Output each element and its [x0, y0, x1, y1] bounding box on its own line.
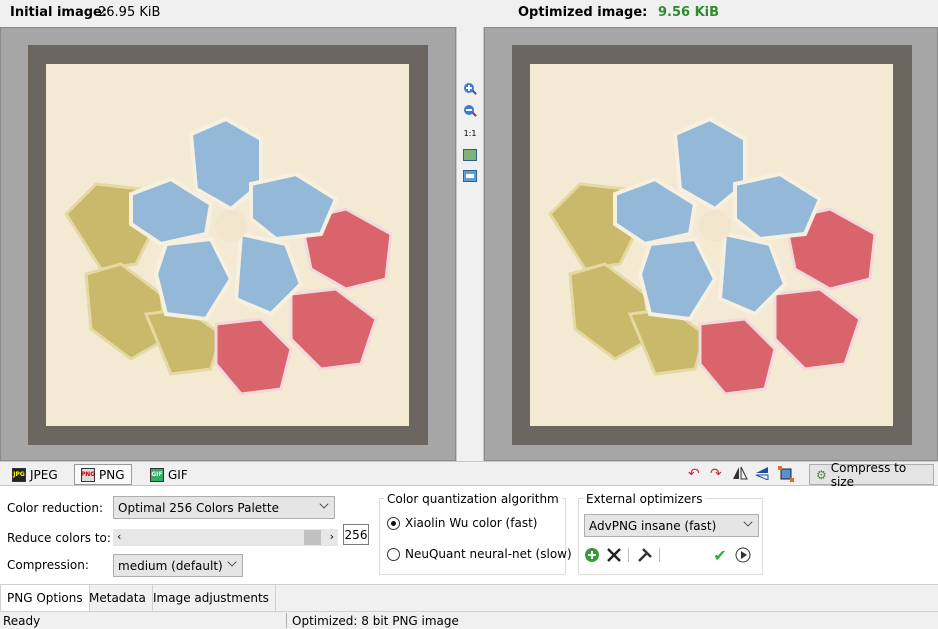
- info-bar: Initial image: 26.95 KiB Optimized image…: [0, 0, 938, 27]
- crop-icon[interactable]: [778, 466, 794, 482]
- compare-icon[interactable]: [461, 168, 479, 184]
- zoom-in-icon[interactable]: [461, 81, 479, 97]
- reduce-colors-slider[interactable]: ‹ ›: [113, 529, 338, 546]
- quantization-group: [379, 498, 566, 575]
- remove-icon[interactable]: [605, 546, 623, 564]
- tab-gif[interactable]: GIF GIF: [144, 464, 194, 485]
- zoom-toolbar: 1:1: [456, 27, 484, 461]
- tab-png-label: PNG: [99, 467, 125, 482]
- optimized-size-value: 9.56 KiB: [658, 5, 720, 20]
- toolbar-divider: [628, 548, 629, 562]
- chevron-down-icon: [743, 517, 753, 527]
- compression-select[interactable]: medium (default): [113, 554, 243, 577]
- rotate-left-icon[interactable]: ↶: [688, 466, 702, 482]
- chevron-down-icon: [227, 557, 237, 567]
- compress-icon: ⚙: [816, 467, 827, 482]
- radio-neuquant[interactable]: NeuQuant neural-net (slow): [387, 547, 572, 561]
- png-icon: PNG: [81, 467, 95, 482]
- radio-selected-indicator: [387, 516, 400, 530]
- compression-label: Compression:: [7, 558, 89, 572]
- flip-vertical-icon[interactable]: [755, 466, 771, 482]
- quantization-title: Color quantization algorithm: [384, 492, 562, 506]
- optimized-size-label: Optimized image:: [518, 5, 648, 20]
- chevron-down-icon: [319, 499, 329, 509]
- radio-xiaolin-wu-label: Xiaolin Wu color (fast): [405, 516, 538, 530]
- status-right: Optimized: 8 bit PNG image: [292, 614, 459, 628]
- external-optimizer-value: AdvPNG insane (fast): [589, 518, 717, 533]
- status-divider: [286, 613, 287, 628]
- format-tab-row: JPG JPEG PNG PNG GIF GIF ↶ ↷ ⚙ Compress …: [0, 461, 938, 489]
- flip-horizontal-icon[interactable]: [732, 466, 748, 482]
- settings-icon[interactable]: [636, 546, 654, 564]
- gif-icon: GIF: [150, 467, 164, 482]
- flower-illustration-optimized: [548, 116, 877, 396]
- tab-metadata[interactable]: Metadata: [83, 585, 153, 611]
- original-image: [46, 64, 409, 426]
- original-preview-pane[interactable]: [0, 27, 456, 461]
- options-tabs: PNG Options Metadata Image adjustments: [0, 584, 938, 612]
- tab-png-options[interactable]: PNG Options: [0, 585, 90, 612]
- zoom-out-icon[interactable]: [461, 103, 479, 119]
- slider-right-icon[interactable]: ›: [330, 530, 334, 543]
- png-options-panel: Color reduction: Optimal 256 Colors Pale…: [0, 486, 938, 584]
- compression-value: medium (default): [118, 558, 223, 573]
- status-left: Ready: [3, 614, 41, 628]
- status-bar: Ready Optimized: 8 bit PNG image: [0, 611, 938, 629]
- radio-unselected-indicator: [387, 547, 400, 561]
- radio-xiaolin-wu[interactable]: Xiaolin Wu color (fast): [387, 516, 537, 530]
- radio-neuquant-label: NeuQuant neural-net (slow): [405, 547, 572, 561]
- actual-size-button[interactable]: 1:1: [461, 125, 479, 141]
- toolbar-divider: [659, 548, 660, 562]
- reduce-colors-label: Reduce colors to:: [7, 531, 111, 545]
- tab-jpeg[interactable]: JPG JPEG: [6, 464, 64, 485]
- optimized-image: [530, 64, 893, 426]
- color-reduction-select[interactable]: Optimal 256 Colors Palette: [113, 496, 335, 519]
- jpeg-icon: JPG: [12, 467, 26, 482]
- optimized-preview-pane[interactable]: [484, 27, 938, 461]
- flower-illustration-original: [64, 116, 393, 396]
- external-optimizer-select[interactable]: AdvPNG insane (fast): [584, 514, 759, 537]
- compress-to-size-button[interactable]: ⚙ Compress to size: [809, 461, 934, 489]
- initial-size-label: Initial image:: [10, 5, 108, 20]
- tab-image-adjustments[interactable]: Image adjustments: [147, 585, 276, 611]
- reduce-colors-input[interactable]: 256: [343, 524, 369, 545]
- tab-png[interactable]: PNG PNG: [74, 464, 132, 485]
- add-icon[interactable]: [583, 546, 601, 564]
- color-reduction-value: Optimal 256 Colors Palette: [118, 500, 279, 515]
- apply-icon[interactable]: ✔: [711, 546, 729, 565]
- tab-gif-label: GIF: [168, 467, 188, 482]
- fit-window-icon[interactable]: [461, 147, 479, 163]
- rotate-right-icon[interactable]: ↷: [710, 466, 724, 482]
- initial-size-value: 26.95 KiB: [98, 5, 161, 20]
- slider-thumb[interactable]: [304, 530, 321, 545]
- color-reduction-label: Color reduction:: [7, 501, 104, 515]
- external-optimizers-title: External optimizers: [583, 492, 706, 506]
- tab-jpeg-label: JPEG: [30, 467, 58, 482]
- slider-left-icon[interactable]: ‹: [117, 530, 121, 543]
- run-icon[interactable]: [734, 546, 752, 564]
- compress-label: Compress to size: [830, 460, 907, 489]
